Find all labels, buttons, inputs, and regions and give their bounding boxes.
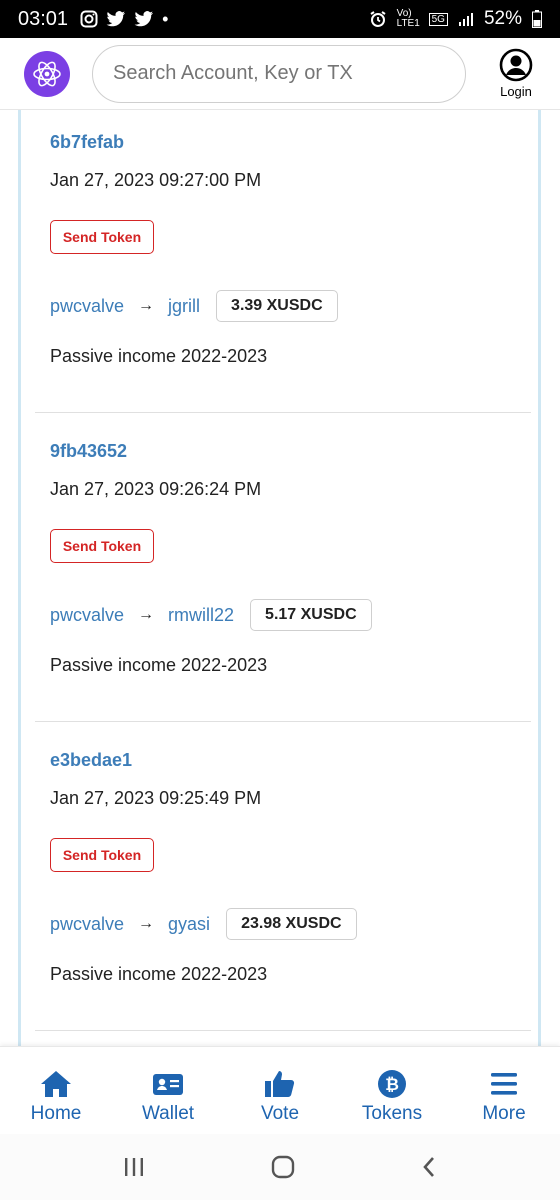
nav-vote[interactable]: Vote [224, 1047, 336, 1134]
tx-hash-link[interactable]: 6b7fefab [50, 132, 124, 153]
tx-memo: Passive income 2022-2023 [50, 655, 268, 675]
alarm-icon [370, 11, 386, 27]
tx-from-link[interactable]: pwcvalve [50, 605, 124, 626]
tx-hash-link[interactable]: e3bedae1 [50, 750, 132, 771]
wallet-icon [153, 1074, 183, 1095]
nav-home[interactable]: Home [0, 1047, 112, 1134]
twitter-icon [134, 11, 154, 27]
bottom-nav: Home Wallet Vote ₿ Tokens More [0, 1046, 560, 1134]
app-header: Login [0, 38, 560, 110]
tx-memo: Passive income 2022-2023 [50, 964, 268, 984]
svg-text:₿: ₿ [385, 1075, 399, 1095]
search-box[interactable] [92, 44, 466, 103]
tx-date: Jan 27, 2023 09:27:00 PM [50, 170, 262, 190]
menu-icon [491, 1073, 517, 1095]
tx-memo: Passive income 2022-2023 [50, 346, 268, 366]
arrow-right-icon: → [138, 606, 155, 623]
transaction-list: 6b7fefab Jan 27, 2023 09:27:00 PM Send T… [18, 110, 541, 1046]
tx-amount: 3.39 XUSDC [216, 290, 338, 322]
system-nav-bar [0, 1134, 560, 1200]
battery-icon [532, 10, 542, 28]
signal-icon [458, 13, 473, 26]
tx-type-badge: Send Token [50, 838, 154, 872]
nav-label: Vote [260, 1103, 300, 1124]
list-item: e3bedae1 Jan 27, 2023 09:25:49 PM Send T… [21, 728, 538, 1037]
tx-to-link[interactable]: jgrill [168, 296, 200, 317]
arrow-right-icon: → [138, 297, 155, 314]
list-item: 6b7fefab Jan 27, 2023 09:27:00 PM Send T… [21, 110, 538, 419]
divider [35, 1030, 531, 1031]
tx-from-link[interactable]: pwcvalve [50, 296, 124, 317]
carrier-label: Vo) LTE1 [396, 8, 420, 29]
nav-wallet[interactable]: Wallet [112, 1047, 224, 1134]
arrow-right-icon: → [138, 915, 155, 932]
twitter-icon [106, 11, 126, 27]
tx-hash-link[interactable]: 9fb43652 [50, 441, 127, 462]
battery-level: 52% [483, 8, 522, 29]
status-bar: 03:01 • Vo) LTE1 5G 52% [0, 0, 560, 38]
tx-amount: 23.98 XUSDC [226, 908, 357, 940]
divider [35, 412, 531, 413]
login-button[interactable]: Login [486, 48, 546, 99]
back-icon[interactable] [420, 1155, 438, 1179]
user-icon [499, 48, 533, 82]
tx-to-link[interactable]: gyasi [168, 914, 210, 935]
thumbs-up-icon [265, 1071, 295, 1097]
nav-tokens[interactable]: ₿ Tokens [336, 1047, 448, 1134]
instagram-icon [80, 10, 98, 28]
tx-date: Jan 27, 2023 09:25:49 PM [50, 788, 262, 808]
status-time: 03:01 [18, 7, 69, 30]
nav-label: More [482, 1103, 526, 1124]
atom-logo-icon[interactable] [24, 50, 70, 97]
divider [35, 721, 531, 722]
tx-type-badge: Send Token [50, 529, 154, 563]
login-label: Login [500, 84, 532, 99]
list-item: 9fb43652 Jan 27, 2023 09:26:24 PM Send T… [21, 419, 538, 728]
network-label: 5G [428, 12, 448, 26]
tx-flow: pwcvalve → rmwill22 5.17 XUSDC [50, 599, 372, 631]
bitcoin-icon: ₿ [378, 1070, 406, 1098]
nav-label: Tokens [361, 1103, 423, 1124]
search-input[interactable] [113, 62, 465, 85]
tx-date: Jan 27, 2023 09:26:24 PM [50, 479, 262, 499]
tx-flow: pwcvalve → jgrill 3.39 XUSDC [50, 290, 338, 322]
tx-type-badge: Send Token [50, 220, 154, 254]
tx-to-link[interactable]: rmwill22 [168, 605, 234, 626]
home-circle-icon[interactable] [270, 1154, 296, 1180]
tx-amount: 5.17 XUSDC [250, 599, 372, 631]
dot-icon: • [162, 8, 169, 29]
recent-apps-icon[interactable] [122, 1156, 146, 1178]
nav-label: Home [30, 1103, 82, 1124]
home-icon [41, 1071, 71, 1097]
tx-from-link[interactable]: pwcvalve [50, 914, 124, 935]
tx-flow: pwcvalve → gyasi 23.98 XUSDC [50, 908, 357, 940]
nav-label: Wallet [141, 1103, 195, 1124]
nav-more[interactable]: More [448, 1047, 560, 1134]
